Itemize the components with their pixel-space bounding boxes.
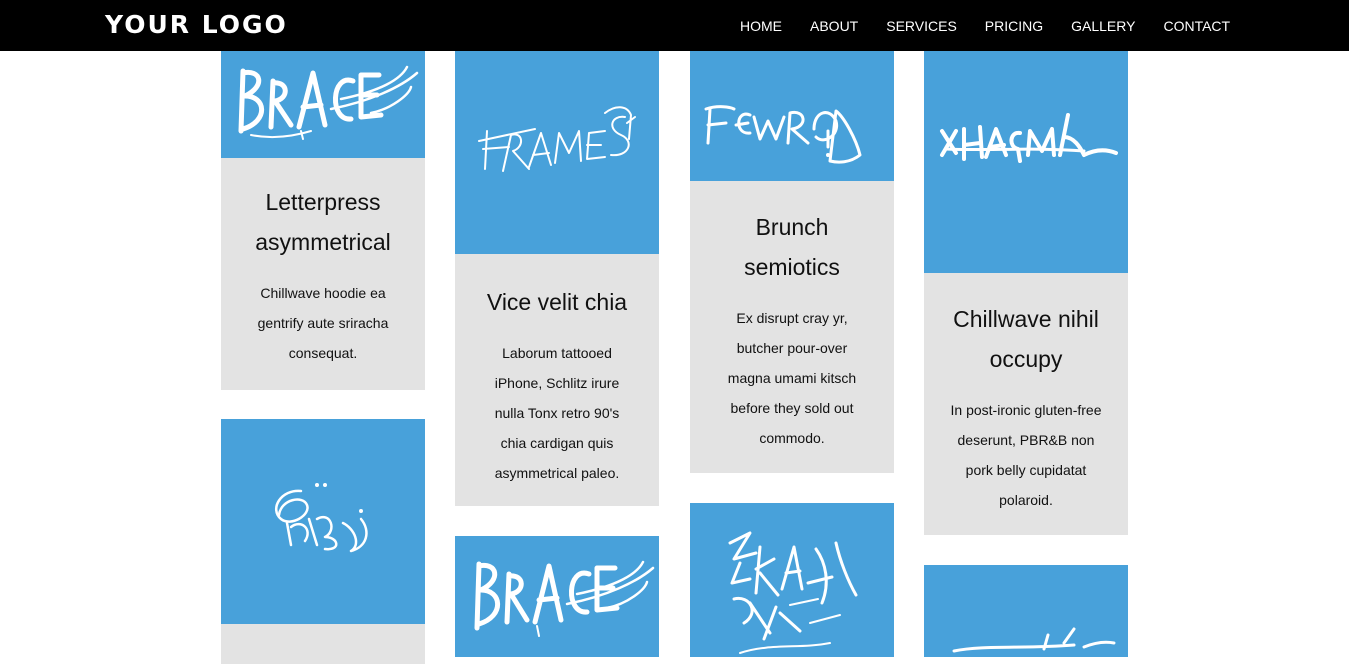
card-image xyxy=(221,419,425,624)
brace-graffiti-icon xyxy=(238,65,419,140)
nav-services[interactable]: SERVICES xyxy=(886,18,957,34)
card-image xyxy=(690,503,894,657)
card-title: Brunch semiotics xyxy=(744,214,840,280)
nav-contact[interactable]: CONTACT xyxy=(1163,18,1230,34)
card[interactable] xyxy=(690,503,894,657)
card-title: Letterpress asymmetrical xyxy=(255,189,391,255)
card[interactable] xyxy=(221,419,425,664)
card-body: Vice velit chia Laborum tattooed iPhone,… xyxy=(455,254,659,506)
site-header: YOUR LOGO HOME ABOUT SERVICES PRICING GA… xyxy=(0,0,1349,51)
card[interactable]: Brunch semiotics Ex disrupt cray yr, but… xyxy=(690,51,894,473)
squiggle-graffiti-icon xyxy=(275,483,368,553)
card[interactable]: Letterpress asymmetrical Chillwave hoodi… xyxy=(221,51,425,390)
card-body: Chillwave nihil occupy In post-ironic gl… xyxy=(924,273,1128,535)
card-image xyxy=(924,51,1128,273)
card-text: Ex disrupt cray yr, butcher pour-over ma… xyxy=(727,310,857,446)
site-logo[interactable]: YOUR LOGO xyxy=(105,9,288,41)
gallery-grid: Letterpress asymmetrical Chillwave hoodi… xyxy=(0,0,1349,664)
card[interactable]: Vice velit chia Laborum tattooed iPhone,… xyxy=(455,51,659,506)
nav-gallery[interactable]: GALLERY xyxy=(1071,18,1135,34)
brace-graffiti-icon xyxy=(474,560,655,637)
main-nav: HOME ABOUT SERVICES PRICING GALLERY CONT… xyxy=(726,0,1244,51)
tag-graffiti-icon xyxy=(940,113,1118,163)
card-body: Brunch semiotics Ex disrupt cray yr, but… xyxy=(690,181,894,473)
card[interactable] xyxy=(455,536,659,657)
card-image xyxy=(455,51,659,254)
card-title: Chillwave nihil occupy xyxy=(953,306,1099,372)
card-body: Letterpress asymmetrical Chillwave hoodi… xyxy=(221,158,425,390)
card-title: Vice velit chia xyxy=(486,289,628,315)
card[interactable]: Chillwave nihil occupy In post-ironic gl… xyxy=(924,51,1128,535)
fewro-graffiti-icon xyxy=(704,105,862,164)
card-text: Chillwave hoodie ea gentrify aute srirac… xyxy=(257,285,389,361)
frames-graffiti-icon xyxy=(478,106,636,172)
card-image xyxy=(221,51,425,158)
tag-graffiti-icon xyxy=(952,627,1116,653)
nav-about[interactable]: ABOUT xyxy=(810,18,858,34)
card-image xyxy=(924,565,1128,657)
scribble-graffiti-icon xyxy=(728,531,858,654)
card-image xyxy=(690,51,894,181)
nav-pricing[interactable]: PRICING xyxy=(985,18,1043,34)
card[interactable] xyxy=(924,565,1128,657)
card-body xyxy=(221,624,425,664)
nav-home[interactable]: HOME xyxy=(740,18,782,34)
card-text: In post-ironic gluten-free deserunt, PBR… xyxy=(950,402,1102,508)
card-image xyxy=(455,536,659,657)
card-text: Laborum tattooed iPhone, Schlitz irure n… xyxy=(494,345,620,481)
